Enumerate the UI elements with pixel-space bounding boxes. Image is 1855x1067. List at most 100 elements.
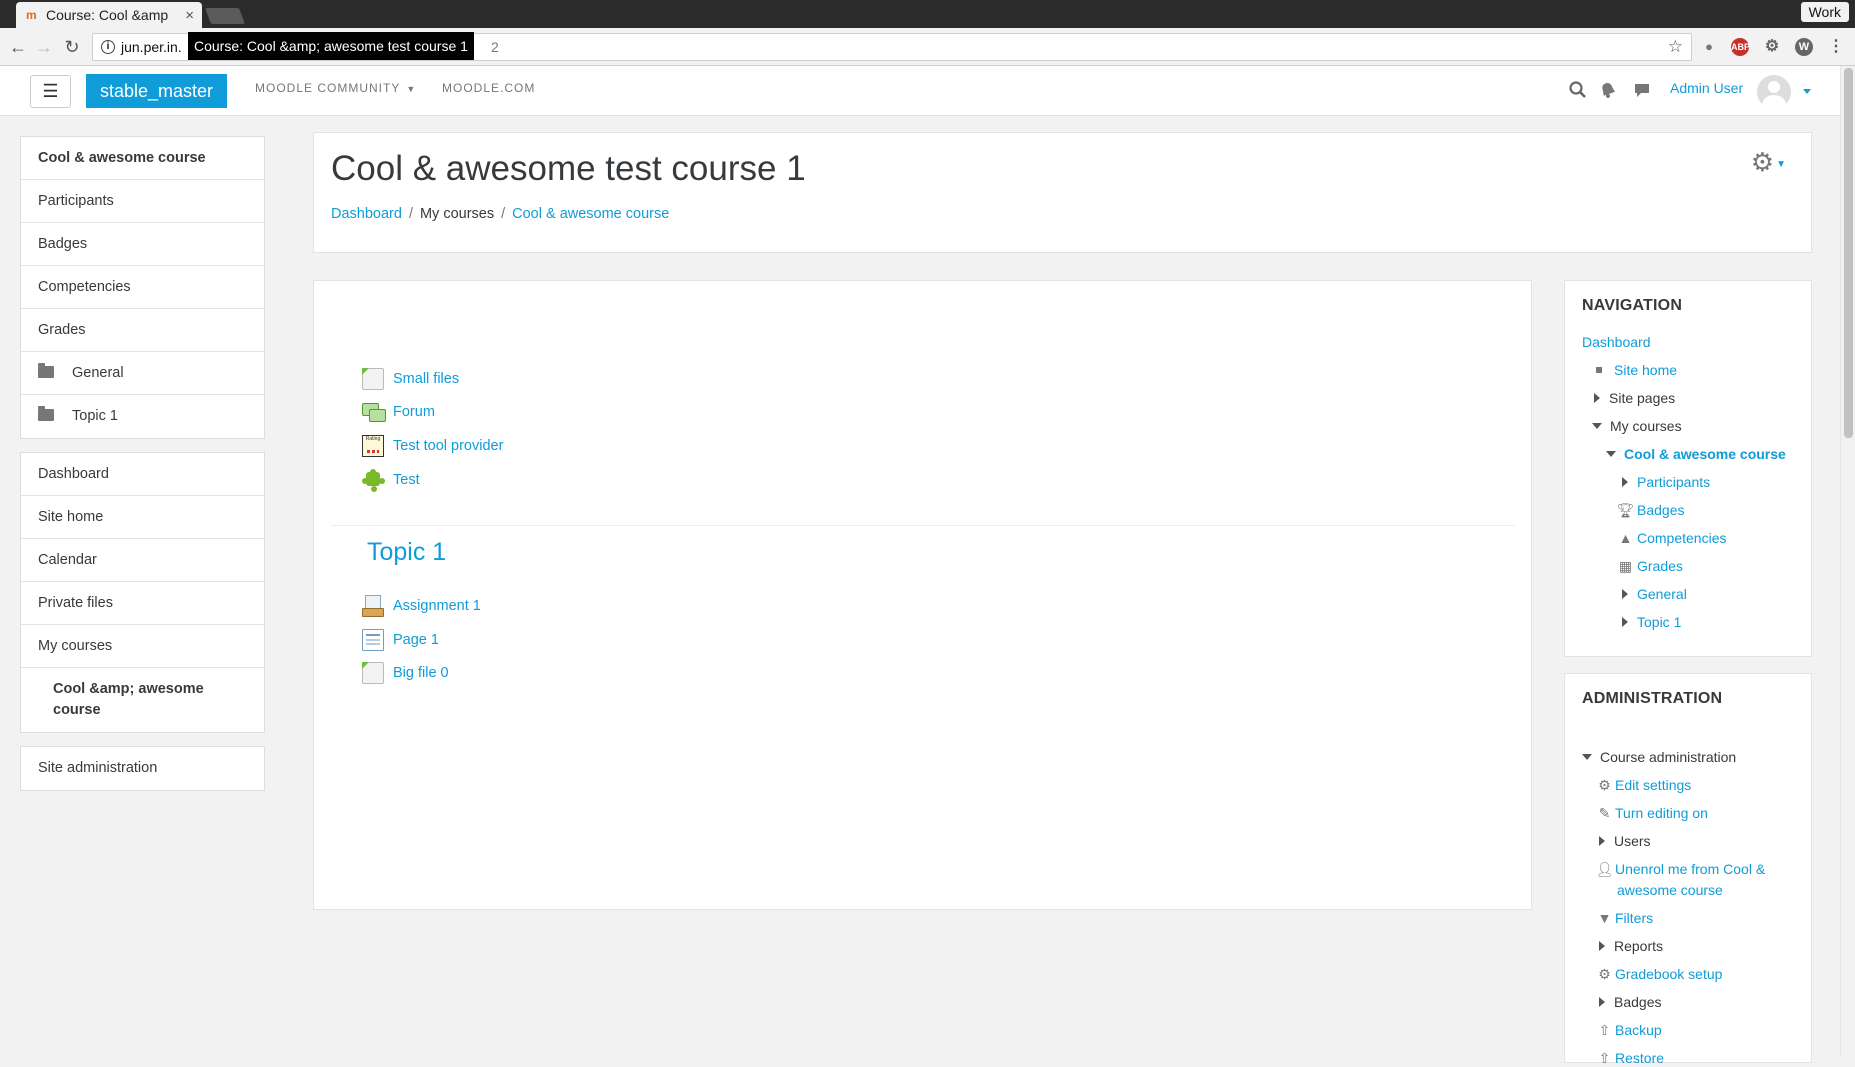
- notifications-bell-icon[interactable]: [1598, 80, 1618, 100]
- nav-label[interactable]: Site home: [1614, 362, 1677, 378]
- nav-label[interactable]: Badges: [1637, 502, 1684, 518]
- drawer-toggle-button[interactable]: ☰: [30, 75, 71, 108]
- browser-tab[interactable]: m Course: Cool &amp ×: [16, 2, 202, 28]
- reload-icon[interactable]: ↻: [62, 37, 82, 57]
- breadcrumb-my-courses[interactable]: My courses: [420, 206, 494, 222]
- activity-assignment-1[interactable]: Assignment 1: [362, 595, 481, 617]
- breadcrumb-course[interactable]: Cool & awesome course: [512, 206, 669, 222]
- drawer-item-general[interactable]: General: [21, 352, 264, 395]
- drawer-item-participants[interactable]: Participants: [21, 180, 264, 223]
- admin-label: Badges: [1614, 994, 1662, 1010]
- drawer-item-private-files[interactable]: Private files: [21, 582, 264, 625]
- drawer-item-competencies[interactable]: Competencies: [21, 266, 264, 309]
- activity-link[interactable]: Test tool provider: [393, 438, 503, 454]
- drawer-item-dashboard[interactable]: Dashboard: [21, 453, 264, 496]
- user-menu-caret-icon[interactable]: [1803, 89, 1811, 94]
- breadcrumb-dashboard[interactable]: Dashboard: [331, 206, 402, 222]
- admin-reports[interactable]: Reports: [1597, 938, 1663, 954]
- admin-label[interactable]: Filters: [1615, 910, 1653, 926]
- nav-participants[interactable]: Participants: [1620, 474, 1710, 490]
- profile-button[interactable]: Work: [1800, 2, 1849, 22]
- forward-arrow-icon[interactable]: →: [34, 37, 54, 57]
- activity-small-files[interactable]: Small files: [362, 368, 459, 390]
- activity-page-1[interactable]: Page 1: [362, 629, 439, 651]
- course-settings-menu[interactable]: ⚙ ▼: [1751, 147, 1786, 178]
- bookmark-star-icon[interactable]: ☆: [1668, 34, 1683, 60]
- tab-close-icon[interactable]: ×: [185, 7, 194, 24]
- admin-filters[interactable]: ▼ Filters: [1597, 910, 1654, 926]
- nav-label[interactable]: Participants: [1637, 474, 1710, 490]
- activity-test[interactable]: Test: [362, 469, 420, 491]
- drawer-item-grades[interactable]: Grades: [21, 309, 264, 352]
- back-arrow-icon[interactable]: ←: [8, 37, 28, 57]
- nav-site-pages[interactable]: Site pages: [1592, 390, 1675, 406]
- activity-link[interactable]: Small files: [393, 371, 459, 387]
- activity-link[interactable]: Big file 0: [393, 665, 449, 681]
- activity-link[interactable]: Test: [393, 472, 420, 488]
- nav-badges[interactable]: 🏆︎ Badges: [1616, 501, 1685, 519]
- drawer-item-badges[interactable]: Badges: [21, 223, 264, 266]
- messages-icon[interactable]: [1632, 80, 1652, 100]
- admin-edit-settings[interactable]: ⚙ Edit settings: [1597, 777, 1691, 794]
- extension-w-icon[interactable]: W: [1795, 38, 1813, 56]
- activity-forum[interactable]: Forum: [362, 401, 435, 423]
- site-info-icon[interactable]: i: [101, 40, 115, 54]
- nav-site-home[interactable]: Site home: [1592, 362, 1677, 378]
- nav-topic-1[interactable]: Topic 1: [1620, 614, 1681, 630]
- admin-users[interactable]: Users: [1597, 833, 1651, 849]
- nav-label[interactable]: Cool & awesome course: [1624, 446, 1786, 462]
- activity-test-tool-provider[interactable]: Rating Test tool provider: [362, 435, 503, 457]
- extension-gear-icon[interactable]: ⚙: [1763, 38, 1781, 56]
- nav-dashboard[interactable]: Dashboard: [1582, 334, 1651, 350]
- admin-course-administration[interactable]: Course administration: [1582, 749, 1736, 765]
- drawer-item-current-course[interactable]: Cool &amp; awesome course: [21, 668, 264, 732]
- nav-label[interactable]: General: [1637, 586, 1687, 602]
- nav-label[interactable]: Competencies: [1637, 530, 1727, 546]
- drawer-item-my-courses[interactable]: My courses: [21, 625, 264, 668]
- drawer-item-label: Dashboard: [38, 466, 109, 482]
- page-scrollbar[interactable]: [1840, 66, 1855, 1056]
- menu-moodle-community[interactable]: MOODLE COMMUNITY ▼: [255, 66, 416, 116]
- admin-unenrol[interactable]: 👤︎ Unenrol me from Cool &: [1596, 861, 1766, 878]
- nav-general[interactable]: General: [1620, 586, 1687, 602]
- nav-current-course[interactable]: Cool & awesome course: [1606, 446, 1786, 462]
- activity-link[interactable]: Forum: [393, 404, 435, 420]
- activity-link[interactable]: Assignment 1: [393, 598, 481, 614]
- chrome-menu-icon[interactable]: ⋮: [1827, 38, 1845, 56]
- drawer-item-site-administration[interactable]: Site administration: [21, 747, 264, 790]
- user-menu-name[interactable]: Admin User: [1670, 80, 1743, 96]
- section-title-topic-1[interactable]: Topic 1: [367, 538, 446, 567]
- admin-gradebook-setup[interactable]: ⚙ Gradebook setup: [1597, 966, 1722, 983]
- admin-label[interactable]: Turn editing on: [1615, 805, 1708, 821]
- activity-big-file-0[interactable]: Big file 0: [362, 662, 449, 684]
- nav-my-courses[interactable]: My courses: [1592, 418, 1682, 434]
- nav-competencies[interactable]: ▲ Competencies: [1618, 530, 1727, 546]
- site-brand[interactable]: stable_master: [86, 74, 228, 108]
- avatar[interactable]: [1757, 75, 1791, 109]
- nav-label[interactable]: Grades: [1637, 558, 1683, 574]
- menu-moodle-com[interactable]: MOODLE.COM: [442, 66, 535, 116]
- admin-backup[interactable]: ⇧ Backup: [1597, 1022, 1662, 1039]
- admin-label[interactable]: Restore: [1615, 1050, 1664, 1066]
- admin-restore[interactable]: ⇧ Restore: [1597, 1050, 1664, 1067]
- drawer-item-topic-1[interactable]: Topic 1: [21, 395, 264, 438]
- drawer-item-course[interactable]: Cool & awesome course: [21, 137, 264, 180]
- admin-label[interactable]: Edit settings: [1615, 777, 1691, 793]
- admin-label[interactable]: Unenrol me from Cool &: [1615, 861, 1765, 877]
- trophy-icon: 🏆︎: [1616, 501, 1635, 518]
- activity-link[interactable]: Page 1: [393, 632, 439, 648]
- nav-grades[interactable]: ▦ Grades: [1618, 558, 1683, 575]
- admin-unenrol-line-2[interactable]: awesome course: [1617, 882, 1723, 898]
- drawer-item-calendar[interactable]: Calendar: [21, 539, 264, 582]
- location-pin-icon[interactable]: ●: [1700, 38, 1718, 56]
- scrollbar-thumb[interactable]: [1844, 68, 1853, 438]
- adblock-icon[interactable]: ABP: [1731, 38, 1750, 56]
- nav-label[interactable]: Topic 1: [1637, 614, 1681, 630]
- admin-badges[interactable]: Badges: [1597, 994, 1661, 1010]
- drawer-item-site-home[interactable]: Site home: [21, 496, 264, 539]
- new-tab-button[interactable]: [205, 8, 245, 24]
- admin-label[interactable]: Backup: [1615, 1022, 1662, 1038]
- admin-label[interactable]: Gradebook setup: [1615, 966, 1722, 982]
- search-icon[interactable]: [1568, 80, 1588, 100]
- admin-turn-editing-on[interactable]: ✎ Turn editing on: [1597, 805, 1708, 822]
